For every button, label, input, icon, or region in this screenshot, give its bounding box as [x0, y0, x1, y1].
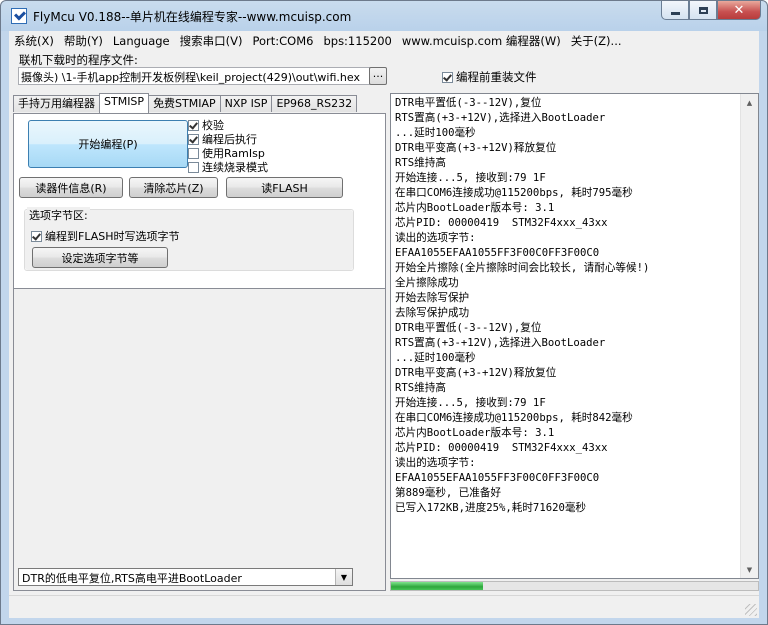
close-button[interactable]: ✕ [717, 1, 761, 20]
log-line: 全片擦除成功 [395, 277, 459, 289]
log-output[interactable]: DTR电平置低(-3--12V),复位 RTS置高(+3-+12V),选择进入Bo… [390, 93, 759, 579]
option-bytes-group: 选项字节区: 编程到FLASH时写选项字节 设定选项字节等 [24, 207, 354, 271]
log-line: DTR电平置低(-3--12V),复位 [395, 322, 542, 334]
log-line: 在串口COM6连接成功@115200bps, 耗时795毫秒 [395, 187, 633, 199]
read-flash-button[interactable]: 读FLASH [226, 177, 343, 198]
use-ramisp-label: 使用RamIsp [202, 146, 265, 160]
app-logo-icon[interactable] [11, 8, 27, 24]
log-scrollbar[interactable]: ▲ ▼ [740, 94, 758, 578]
maximize-icon [698, 6, 708, 14]
menu-bar: 系统(X) 帮助(Y) Language 搜索串口(V) Port:COM6 b… [9, 31, 759, 51]
log-line: 第889毫秒, 已准备好 [395, 487, 502, 499]
erase-chip-button[interactable]: 清除芯片(Z) [129, 177, 218, 198]
tab-stmisp[interactable]: STMISP [99, 93, 150, 113]
log-line: DTR电平变高(+3-+12V)释放复位 [395, 367, 557, 379]
continuous-burn-label: 连续烧录模式 [202, 160, 268, 174]
write-option-bytes-checkbox[interactable] [31, 230, 42, 242]
log-line: 在串口COM6连接成功@115200bps, 耗时842毫秒 [395, 412, 633, 424]
log-line: 开始连接...5, 接收到:79 1F [395, 172, 546, 184]
start-programming-button[interactable]: 开始编程(P) [28, 120, 188, 168]
log-line: RTS维持高 [395, 382, 446, 394]
reset-mode-select[interactable]: DTR的低电平复位,RTS高电平进BootLoader ▼ [18, 568, 353, 586]
tab-ep968-rs232[interactable]: EP968_RS232 [271, 95, 358, 112]
log-line: 开始连接...5, 接收到:79 1F [395, 397, 546, 409]
progress-fill [391, 582, 483, 590]
option-bytes-title: 选项字节区: [27, 207, 90, 223]
log-line: 芯片PID: 00000419 STM32F4xxx_43xx [395, 217, 608, 229]
menu-search-port[interactable]: 搜索串口(V) [175, 32, 248, 50]
log-line: RTS维持高 [395, 157, 446, 169]
menu-programmer[interactable]: www.mcuisp.com 编程器(W) [397, 32, 566, 50]
stmisp-panel: 开始编程(P) 校验 编程后执行 使用RamIsp 连续烧录模式 读器件信息(R… [13, 113, 386, 289]
log-line: 芯片PID: 00000419 STM32F4xxx_43xx [395, 442, 608, 454]
menu-language[interactable]: Language [108, 32, 175, 50]
scroll-down-icon[interactable]: ▼ [741, 561, 758, 578]
app-window: FlyMcu V0.188--单片机在线编程专家--www.mcuisp.com… [0, 0, 768, 625]
log-line: RTS置高(+3-+12V),选择进入BootLoader [395, 112, 606, 124]
continuous-burn-option[interactable]: 连续烧录模式 [188, 160, 344, 174]
status-bar [9, 595, 759, 618]
log-line: ...延时100毫秒 [395, 352, 476, 364]
log-line: DTR电平变高(+3-+12V)释放复位 [395, 142, 557, 154]
log-line: 芯片内BootLoader版本号: 3.1 [395, 427, 555, 439]
run-after-program-label: 编程后执行 [202, 132, 257, 146]
left-lower-area [13, 289, 386, 591]
log-line: 开始去除写保护 [395, 292, 470, 304]
log-line: EFAA1055EFAA1055FF3F00C0FF3F00C0 [395, 247, 600, 259]
log-line: 已写入172KB,进度25%,耗时71620毫秒 [395, 502, 587, 514]
log-line: 读出的选项字节: [395, 457, 476, 469]
title-bar[interactable]: FlyMcu V0.188--单片机在线编程专家--www.mcuisp.com… [1, 1, 767, 31]
tab-nxp-isp[interactable]: NXP ISP [219, 95, 273, 112]
resize-grip-icon[interactable] [745, 604, 757, 616]
program-progress-bar [390, 581, 759, 591]
menu-port[interactable]: Port:COM6 [247, 32, 318, 50]
verify-label: 校验 [202, 118, 224, 132]
menu-baudrate[interactable]: bps:115200 [318, 32, 396, 50]
use-ramisp-checkbox[interactable] [188, 147, 199, 159]
reset-mode-value: DTR的低电平复位,RTS高电平进BootLoader [22, 572, 242, 585]
continuous-burn-checkbox[interactable] [188, 161, 199, 173]
log-line: EFAA1055EFAA1055FF3F00C0FF3F00C0 [395, 472, 600, 484]
set-option-bytes-button[interactable]: 设定选项字节等 [32, 247, 168, 268]
minimize-button[interactable] [661, 1, 689, 20]
scroll-up-icon[interactable]: ▲ [741, 94, 758, 111]
tab-free-stmiap[interactable]: 免费STMIAP [148, 95, 221, 112]
chevron-down-icon[interactable]: ▼ [335, 569, 352, 585]
menu-system[interactable]: 系统(X) [9, 32, 59, 50]
verify-option[interactable]: 校验 [188, 118, 344, 132]
reload-label: 编程前重装文件 [456, 70, 537, 84]
log-line: DTR电平置低(-3--12V),复位 [395, 97, 542, 109]
write-option-bytes-option[interactable]: 编程到FLASH时写选项字节 [31, 228, 180, 244]
mode-tabs: 手持万用编程器 STMISP 免费STMIAP NXP ISP EP968_RS… [13, 93, 358, 113]
reload-before-program-option[interactable]: 编程前重装文件 [442, 69, 537, 85]
client-area: 系统(X) 帮助(Y) Language 搜索串口(V) Port:COM6 b… [9, 31, 759, 618]
program-options: 校验 编程后执行 使用RamIsp 连续烧录模式 [188, 118, 344, 174]
log-line: RTS置高(+3-+12V),选择进入BootLoader [395, 337, 606, 349]
verify-checkbox[interactable] [188, 119, 199, 131]
log-line: 开始全片擦除(全片擦除时间会比较长, 请耐心等候!) [395, 262, 650, 274]
run-after-program-checkbox[interactable] [188, 133, 199, 145]
reload-checkbox[interactable] [442, 71, 453, 83]
log-line: 去除写保护成功 [395, 307, 470, 319]
minimize-icon [670, 11, 680, 15]
menu-about[interactable]: 关于(Z)... [566, 32, 627, 50]
menu-help[interactable]: 帮助(Y) [59, 32, 108, 50]
log-line: ...延时100毫秒 [395, 127, 476, 139]
log-line: 读出的选项字节: [395, 232, 476, 244]
write-option-bytes-label: 编程到FLASH时写选项字节 [45, 230, 180, 243]
window-title: FlyMcu V0.188--单片机在线编程专家--www.mcuisp.com [33, 10, 352, 24]
use-ramisp-option[interactable]: 使用RamIsp [188, 146, 344, 160]
close-icon: ✕ [733, 2, 745, 18]
log-line: 芯片内BootLoader版本号: 3.1 [395, 202, 555, 214]
browse-file-button[interactable]: ... [369, 67, 387, 85]
log-text: DTR电平置低(-3--12V),复位 RTS置高(+3-+12V),选择进入Bo… [395, 96, 741, 516]
tab-handheld-programmer[interactable]: 手持万用编程器 [13, 95, 100, 112]
caption-buttons: ✕ [661, 1, 761, 21]
maximize-button[interactable] [689, 1, 717, 20]
program-file-label: 联机下载时的程序文件: [19, 53, 138, 67]
program-file-path-input[interactable]: 摄像头) \1-手机app控制开发板例程\keil_project(429)\o… [18, 67, 370, 85]
read-device-info-button[interactable]: 读器件信息(R) [19, 177, 123, 198]
run-after-program-option[interactable]: 编程后执行 [188, 132, 344, 146]
